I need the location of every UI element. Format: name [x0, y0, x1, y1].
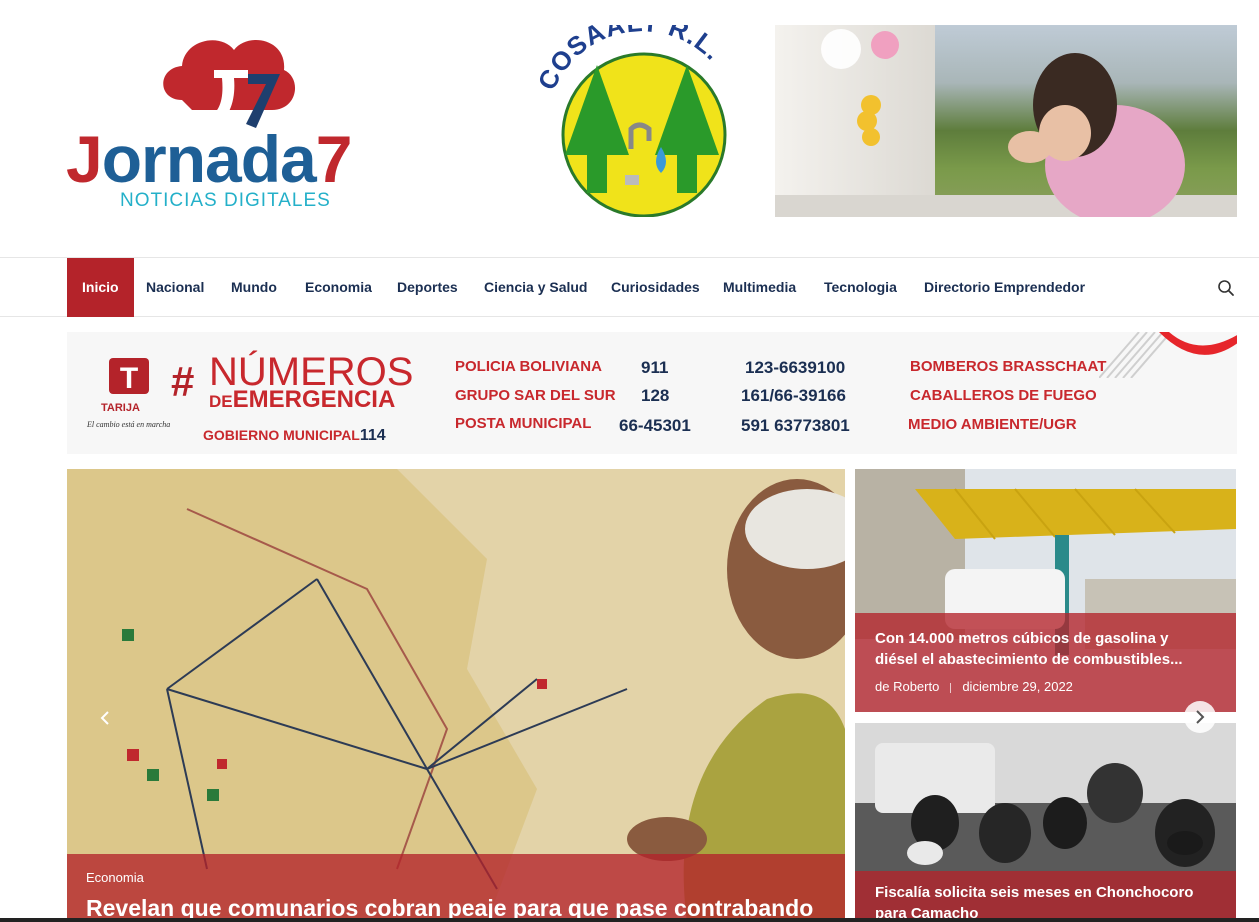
site-header: Jornada7 NOTICIAS DIGITALES COSAALT R.L.: [0, 0, 1259, 257]
side-story-1[interactable]: Con 14.000 metros cúbicos de gasolina y …: [855, 469, 1236, 712]
ad-banner-emergencia[interactable]: T TARIJA El cambio está en marcha # NÚME…: [67, 332, 1237, 454]
nav-item-mundo[interactable]: Mundo: [216, 258, 292, 317]
emer-decorative-stripes: [1099, 332, 1237, 378]
emer-row-number: 66-45301: [619, 416, 691, 435]
emer-hash: #: [171, 358, 195, 405]
site-logo[interactable]: Jornada7 NOTICIAS DIGITALES: [66, 30, 406, 215]
search-icon[interactable]: [1216, 278, 1236, 298]
ad-photo-girl-drinking: [775, 25, 1237, 217]
nav-item-multimedia[interactable]: Multimedia: [708, 258, 811, 317]
ad-banner-cosaalt[interactable]: COSAALT R.L.: [509, 25, 1237, 217]
emer-row-name: MEDIO AMBIENTE/UGR: [908, 416, 1077, 433]
svg-text:T: T: [120, 362, 138, 395]
emer-row-number: 591 63773801: [741, 416, 850, 435]
tarija-logo-icon: T: [109, 358, 149, 395]
emer-row-number: 911: [641, 358, 669, 377]
emer-row-name: POSTA MUNICIPAL: [455, 415, 592, 432]
slider-next-button[interactable]: [1184, 701, 1216, 733]
side-story-1-meta: de Roberto diciembre 29, 2022: [875, 679, 1073, 694]
emer-row-number: 123-6639100: [745, 358, 846, 377]
side-story-1-date: diciembre 29, 2022: [962, 679, 1073, 694]
side-story-1-title[interactable]: Con 14.000 metros cúbicos de gasolina y …: [875, 628, 1215, 670]
nav-item-nacional[interactable]: Nacional: [131, 258, 219, 317]
emer-row-name: POLICIA BOLIVIANA: [455, 358, 602, 375]
emer-row-name: BOMBEROS BRASSCHAAT: [910, 358, 1107, 375]
side-story-1-author[interactable]: de Roberto: [875, 679, 939, 694]
nav-item-directorio-emprendedor[interactable]: Directorio Emprendedor: [909, 258, 1100, 317]
chevron-right-icon: [1196, 710, 1205, 724]
tarija-label: TARIJA: [101, 402, 140, 414]
logo-tagline: NOTICIAS DIGITALES: [120, 190, 331, 211]
nav-item-economia[interactable]: Economia: [290, 258, 387, 317]
logo-wordmark: Jornada7: [66, 122, 352, 196]
nav-item-tecnologia[interactable]: Tecnologia: [809, 258, 912, 317]
cosaalt-logo-icon: COSAALT R.L.: [532, 25, 728, 217]
ad-photo-illustration: [775, 29, 1237, 217]
emer-row-name: GRUPO SAR DEL SUR: [455, 387, 616, 404]
window-bottom-edge: [0, 918, 1259, 922]
slider-prev-button[interactable]: [89, 702, 121, 734]
emer-row-number: 128: [641, 386, 670, 405]
nav-item-curiosidades[interactable]: Curiosidades: [596, 258, 715, 317]
featured-story-category[interactable]: Economia: [86, 870, 144, 885]
cosaalt-logo-panel: COSAALT R.L.: [509, 25, 775, 217]
featured-story-main[interactable]: Economia Revelan que comunarios cobran p…: [67, 469, 845, 922]
emer-row-name: CABALLEROS DE FUEGO: [910, 387, 1097, 404]
nav-item-deportes[interactable]: Deportes: [382, 258, 473, 317]
emer-gobierno: GOBIERNO MUNICIPAL114: [203, 427, 386, 444]
emer-title-emergencia: DEEMERGENCIA: [209, 386, 396, 413]
chevron-left-icon: [100, 711, 109, 725]
side-story-2-title[interactable]: Fiscalía solicita seis meses en Chonchoc…: [875, 882, 1215, 922]
nav-item-inicio[interactable]: Inicio: [67, 258, 134, 317]
tarija-motto: El cambio está en marcha: [87, 420, 171, 429]
nav-item-ciencia-y-salud[interactable]: Ciencia y Salud: [469, 258, 602, 317]
emer-row-number: 161/66-39166: [741, 386, 846, 405]
main-nav: Inicio Nacional Mundo Economia Deportes …: [0, 257, 1259, 317]
side-story-2[interactable]: Fiscalía solicita seis meses en Chonchoc…: [855, 723, 1236, 922]
